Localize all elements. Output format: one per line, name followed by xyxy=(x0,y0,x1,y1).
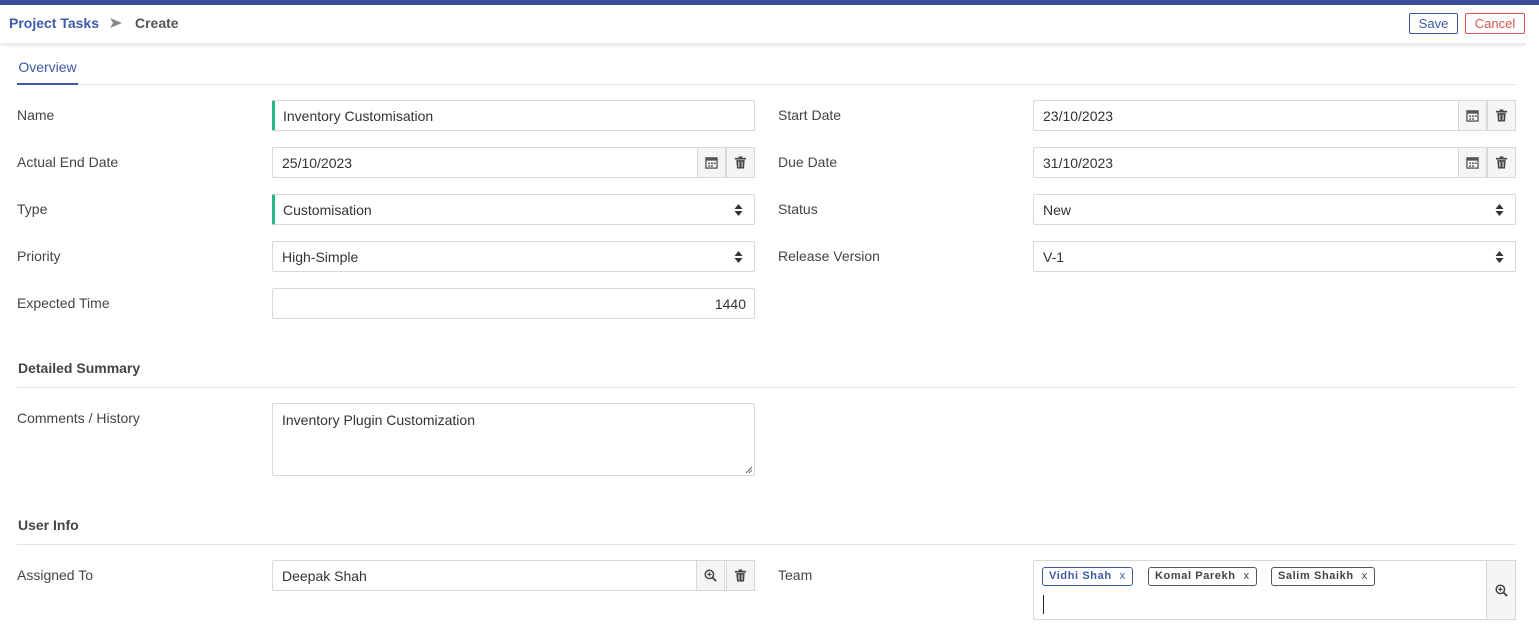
team-tag-label: Vidhi Shah xyxy=(1049,570,1112,582)
save-button[interactable]: Save xyxy=(1409,13,1458,34)
release-version-select[interactable]: V-1 xyxy=(1033,241,1516,272)
trash-icon xyxy=(1495,109,1508,122)
comments-value: Inventory Plugin Customization xyxy=(282,412,475,428)
team-multiselect[interactable]: Vidhi Shah x Komal Parekh x Salim Shaikh x xyxy=(1033,560,1516,620)
start-date-label: Start Date xyxy=(778,107,842,123)
priority-select[interactable]: High-Simple xyxy=(272,241,755,272)
due-date-input[interactable]: 31/10/2023 xyxy=(1033,147,1516,178)
section-divider xyxy=(17,387,1516,388)
status-select[interactable]: New xyxy=(1033,194,1516,225)
type-select[interactable]: Customisation xyxy=(272,194,755,225)
cancel-button[interactable]: Cancel xyxy=(1465,13,1525,34)
team-tag: Salim Shaikh x xyxy=(1271,567,1375,586)
status-label: Status xyxy=(778,201,818,217)
scrollbar-track[interactable] xyxy=(1526,43,1539,632)
assigned-to-clear-button[interactable] xyxy=(726,560,755,591)
team-lookup-button[interactable] xyxy=(1486,560,1516,620)
sort-icon xyxy=(1495,251,1504,263)
due-date-label: Due Date xyxy=(778,154,838,170)
sort-icon xyxy=(734,251,743,263)
start-date-calendar-button[interactable] xyxy=(1458,100,1487,131)
trash-icon xyxy=(1495,156,1508,169)
page-header: Project Tasks Create Save Cancel xyxy=(0,5,1539,43)
comments-label: Comments / History xyxy=(17,410,140,426)
expected-time-label: Expected Time xyxy=(17,295,110,311)
team-label: Team xyxy=(778,567,813,583)
assigned-to-value: Deepak Shah xyxy=(282,568,367,584)
expected-time-value: 1440 xyxy=(714,296,746,312)
name-value: Inventory Customisation xyxy=(283,108,434,124)
release-version-label: Release Version xyxy=(778,248,880,264)
actual-end-date-input[interactable]: 25/10/2023 xyxy=(272,147,755,178)
search-plus-icon xyxy=(1494,583,1508,597)
actual-end-date-value: 25/10/2023 xyxy=(282,155,353,171)
detailed-summary-heading: Detailed Summary xyxy=(18,360,141,376)
chevron-right-icon xyxy=(110,18,122,28)
section-divider xyxy=(17,544,1516,545)
start-date-clear-button[interactable] xyxy=(1487,100,1516,131)
remove-tag-icon[interactable]: x xyxy=(1244,570,1250,582)
priority-value: High-Simple xyxy=(282,249,359,265)
search-plus-icon xyxy=(704,569,717,582)
status-value: New xyxy=(1043,202,1072,218)
comments-textarea[interactable]: Inventory Plugin Customization xyxy=(272,403,755,476)
actual-end-date-calendar-button[interactable] xyxy=(697,147,726,178)
tab-bar: Overview xyxy=(17,50,1516,85)
assigned-to-input[interactable]: Deepak Shah xyxy=(272,560,755,591)
type-value: Customisation xyxy=(283,202,372,218)
assigned-to-lookup-button[interactable] xyxy=(696,560,725,591)
release-version-value: V-1 xyxy=(1043,249,1065,265)
text-caret xyxy=(1043,595,1044,614)
type-label: Type xyxy=(17,201,48,217)
user-info-heading: User Info xyxy=(18,517,79,533)
breadcrumb-current: Create xyxy=(135,15,179,31)
remove-tag-icon[interactable]: x xyxy=(1120,570,1126,582)
due-date-clear-button[interactable] xyxy=(1487,147,1516,178)
name-label: Name xyxy=(17,107,55,123)
priority-label: Priority xyxy=(17,248,61,264)
breadcrumb-parent-link[interactable]: Project Tasks xyxy=(9,15,99,31)
assigned-to-label: Assigned To xyxy=(17,567,94,583)
actual-end-date-clear-button[interactable] xyxy=(726,147,755,178)
due-date-value: 31/10/2023 xyxy=(1043,155,1114,171)
start-date-value: 23/10/2023 xyxy=(1043,108,1114,124)
tab-overview[interactable]: Overview xyxy=(17,50,78,85)
calendar-icon xyxy=(1466,157,1479,169)
calendar-icon xyxy=(1466,110,1479,122)
actual-end-date-label: Actual End Date xyxy=(17,154,119,170)
sort-icon xyxy=(1495,204,1504,216)
trash-icon xyxy=(734,156,747,169)
team-tag: Komal Parekh x xyxy=(1148,567,1257,586)
remove-tag-icon[interactable]: x xyxy=(1362,570,1368,582)
team-tag-label: Komal Parekh xyxy=(1155,570,1236,582)
sort-icon xyxy=(734,204,743,216)
expected-time-input[interactable]: 1440 xyxy=(272,288,755,319)
team-tag: Vidhi Shah x xyxy=(1042,567,1133,586)
start-date-input[interactable]: 23/10/2023 xyxy=(1033,100,1516,131)
team-tag-label: Salim Shaikh xyxy=(1278,570,1354,582)
due-date-calendar-button[interactable] xyxy=(1458,147,1487,178)
resize-handle-icon[interactable] xyxy=(745,466,753,474)
name-input[interactable]: Inventory Customisation xyxy=(272,100,755,131)
trash-icon xyxy=(734,569,747,582)
calendar-icon xyxy=(705,157,718,169)
